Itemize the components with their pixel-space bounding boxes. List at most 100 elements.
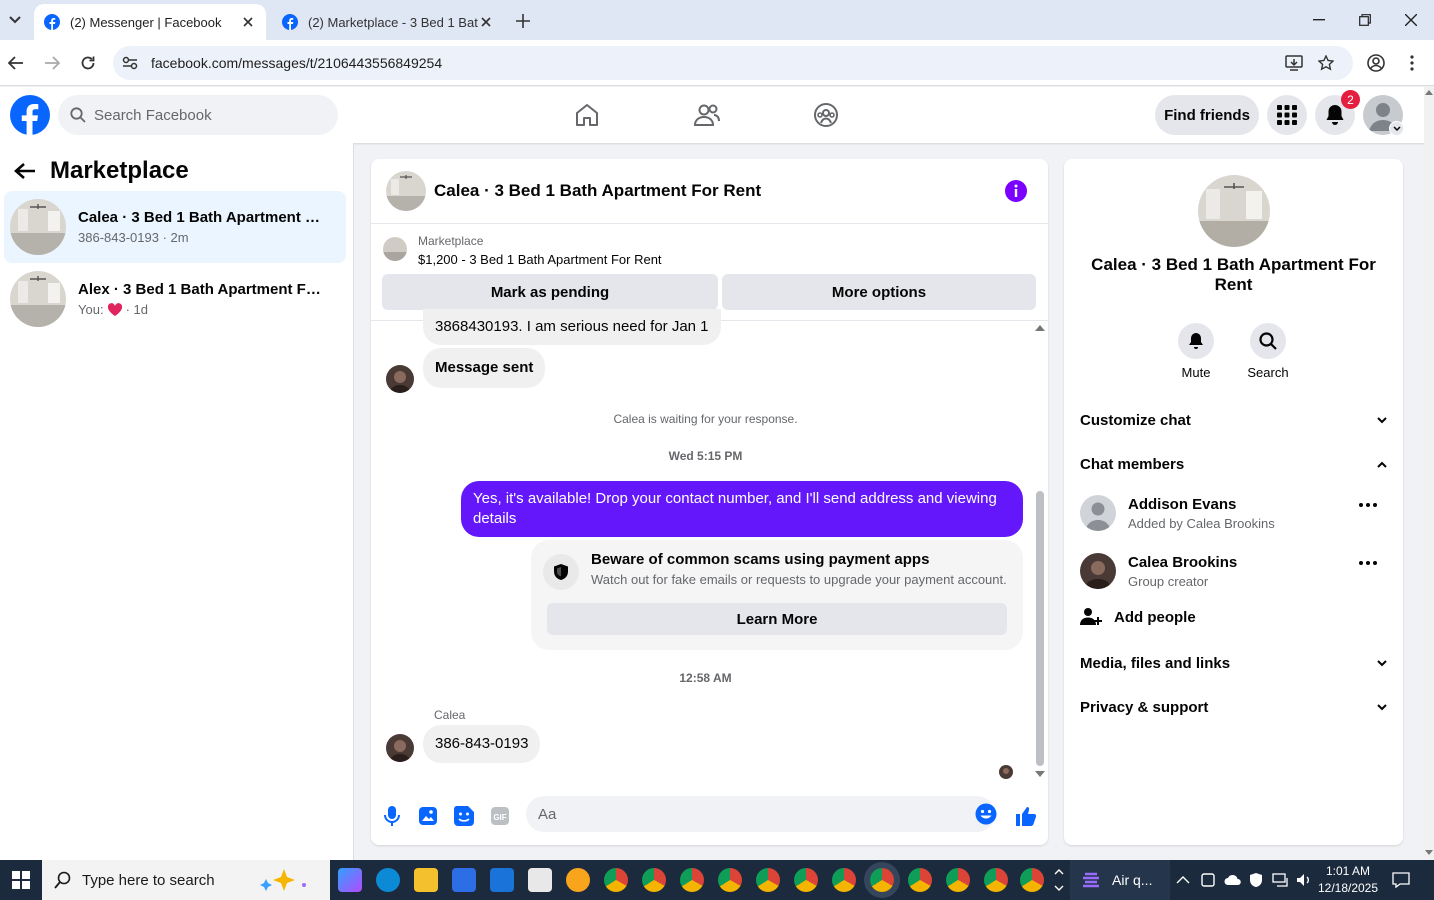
add-people-button[interactable]: Add people	[1080, 607, 1196, 627]
menu-grid-icon[interactable]	[1267, 95, 1307, 135]
notification-center-icon[interactable]	[1392, 860, 1410, 900]
browser-menu-icon[interactable]	[1401, 52, 1423, 74]
privacy-support-row[interactable]: Privacy & support	[1080, 692, 1387, 722]
chat-avatar[interactable]	[386, 171, 426, 211]
member-item[interactable]: Calea Brookins Group creator	[1080, 546, 1387, 596]
site-info-icon[interactable]	[113, 56, 147, 70]
back-arrow-icon[interactable]	[12, 158, 38, 184]
scroll-thumb[interactable]	[1036, 491, 1044, 766]
groups-icon[interactable]	[812, 101, 840, 129]
scroll-up-arrow-icon[interactable]	[1425, 90, 1433, 95]
air-quality-icon	[1083, 872, 1099, 888]
security-shield-icon[interactable]	[1248, 860, 1264, 900]
minimize-icon[interactable]	[1309, 10, 1329, 30]
gif-icon[interactable]: GIF	[488, 804, 512, 828]
thumbs-up-icon[interactable]	[1014, 804, 1038, 828]
read-receipt-avatar	[999, 765, 1013, 779]
page-scrollbar[interactable]	[1424, 87, 1434, 860]
message-input[interactable]: Aa	[526, 796, 995, 832]
restore-icon[interactable]	[1355, 10, 1375, 30]
taskbar-search-input[interactable]: Type here to search	[42, 860, 330, 900]
more-options-icon[interactable]	[1359, 503, 1377, 507]
mark-as-pending-button[interactable]: Mark as pending	[382, 274, 718, 310]
weather-widget[interactable]: Air q...	[1070, 860, 1170, 900]
add-people-label: Add people	[1114, 608, 1196, 626]
window-close-icon[interactable]	[1401, 10, 1421, 30]
customize-chat-row[interactable]: Customize chat	[1080, 405, 1387, 435]
conversation-item[interactable]: Alex · 3 Bed 1 Bath Apartment For Rent Y…	[4, 263, 346, 335]
microphone-icon[interactable]	[380, 804, 404, 828]
friends-icon[interactable]	[693, 101, 721, 129]
outlook-icon[interactable]	[490, 868, 514, 892]
windows-start-icon[interactable]	[0, 860, 42, 900]
search-in-conversation-button[interactable]: Search	[1238, 323, 1298, 380]
chrome-icon[interactable]	[604, 868, 628, 892]
chrome-icon[interactable]	[680, 868, 704, 892]
photo-icon[interactable]	[416, 804, 440, 828]
address-bar[interactable]: facebook.com/messages/t/2106443556849254	[113, 46, 1353, 80]
scam-warning-card: Beware of common scams using payment app…	[531, 540, 1023, 650]
install-app-icon[interactable]	[1284, 53, 1304, 73]
scroll-down-arrow-icon[interactable]	[1035, 771, 1045, 777]
browser-tab-messenger[interactable]: (2) Messenger | Facebook	[34, 4, 266, 40]
tab-search-icon[interactable]	[2, 8, 28, 32]
home-icon[interactable]	[573, 101, 601, 129]
tray-chevron-up-icon[interactable]	[1176, 860, 1190, 900]
chrome-icon[interactable]	[946, 868, 970, 892]
microsoft-store-icon[interactable]	[452, 868, 476, 892]
chrome-icon[interactable]	[756, 868, 780, 892]
close-tab-icon[interactable]	[240, 14, 256, 30]
onedrive-cloud-icon[interactable]	[1224, 860, 1242, 900]
more-options-icon[interactable]	[1359, 561, 1377, 565]
shield-icon	[543, 554, 579, 590]
mute-button[interactable]: Mute	[1166, 323, 1226, 380]
search-icon	[70, 107, 86, 123]
network-icon[interactable]	[1272, 860, 1290, 900]
chat-members-row[interactable]: Chat members	[1080, 449, 1387, 479]
chrome-icon[interactable]	[908, 868, 932, 892]
back-arrow-icon[interactable]	[5, 52, 27, 74]
find-friends-button[interactable]: Find friends	[1155, 95, 1259, 135]
more-options-button[interactable]: More options	[722, 274, 1036, 310]
taskbar-scroll-arrows[interactable]	[1054, 860, 1064, 900]
chrome-icon[interactable]	[984, 868, 1008, 892]
conversation-item[interactable]: Calea · 3 Bed 1 Bath Apartment For Rent …	[4, 191, 346, 263]
member-item[interactable]: Addison Evans Added by Calea Brookins	[1080, 488, 1387, 538]
file-explorer-icon[interactable]	[414, 868, 438, 892]
close-tab-icon[interactable]	[478, 14, 494, 30]
chrome-icon[interactable]	[870, 868, 894, 892]
scroll-down-arrow-icon[interactable]	[1425, 850, 1433, 855]
learn-more-button[interactable]: Learn More	[547, 603, 1007, 635]
svg-text:GIF: GIF	[493, 813, 506, 822]
message-scrollbar[interactable]	[1034, 321, 1045, 781]
chrome-icon[interactable]	[794, 868, 818, 892]
browser-tab-marketplace[interactable]: (2) Marketplace - 3 Bed 1 Bath Ap	[272, 4, 504, 40]
new-tab-plus-icon[interactable]	[512, 10, 534, 32]
facebook-logo-icon[interactable]	[10, 95, 50, 135]
chat-title[interactable]: Calea · 3 Bed 1 Bath Apartment For Rent	[434, 181, 761, 201]
sticker-icon[interactable]	[452, 804, 476, 828]
chrome-icon[interactable]	[1020, 868, 1044, 892]
listing-title[interactable]: $1,200 - 3 Bed 1 Bath Apartment For Rent	[418, 252, 662, 267]
chrome-icon[interactable]	[642, 868, 666, 892]
profile-icon[interactable]	[1365, 52, 1387, 74]
search-label: Search	[1247, 365, 1289, 380]
system-clock[interactable]: 1:01 AM 12/18/2025	[1312, 863, 1384, 897]
copilot-app-icon[interactable]	[338, 868, 362, 892]
app-icon[interactable]	[528, 868, 552, 892]
info-icon[interactable]	[1005, 180, 1027, 202]
bookmark-star-icon[interactable]	[1316, 53, 1336, 73]
weather-app-icon[interactable]	[566, 868, 590, 892]
chrome-icon[interactable]	[718, 868, 742, 892]
edge-browser-icon[interactable]	[376, 868, 400, 892]
scroll-up-arrow-icon[interactable]	[1035, 325, 1045, 331]
facebook-search-input[interactable]: Search Facebook	[58, 95, 338, 135]
emoji-icon[interactable]	[975, 803, 997, 825]
meet-now-icon[interactable]	[1200, 860, 1216, 900]
reload-icon[interactable]	[77, 52, 99, 74]
forward-arrow-icon[interactable]	[41, 52, 63, 74]
media-files-links-row[interactable]: Media, files and links	[1080, 648, 1387, 678]
chrome-icon[interactable]	[832, 868, 856, 892]
account-chevron-down-icon[interactable]	[1389, 121, 1404, 136]
volume-icon[interactable]	[1296, 860, 1312, 900]
